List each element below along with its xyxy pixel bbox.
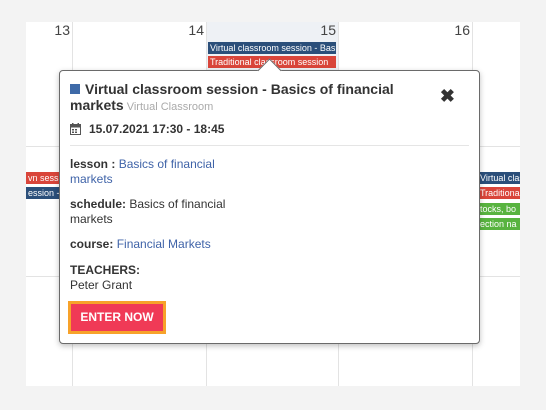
event-popup: Virtual classroom session - Basics of fi… bbox=[59, 58, 480, 344]
calendar-event[interactable]: Virtual class bbox=[478, 172, 520, 184]
event-datetime-text: 15.07.2021 17:30 - 18:45 bbox=[89, 122, 225, 136]
event-title-text: Virtual classroom session - Basics of fi… bbox=[70, 81, 394, 113]
teachers-label: TEACHERS: bbox=[70, 263, 141, 277]
calendar-event[interactable]: Virtual classroom session - Basics bbox=[208, 42, 336, 54]
course-field: course: Financial Markets bbox=[70, 237, 320, 252]
course-link[interactable]: Financial Markets bbox=[117, 237, 211, 251]
course-label: course: bbox=[70, 237, 114, 251]
day-number-16: 16 bbox=[454, 22, 470, 38]
schedule-label: schedule: bbox=[70, 197, 127, 211]
lesson-field: lesson : Basics of financial markets bbox=[70, 157, 230, 187]
enter-now-button[interactable]: ENTER NOW bbox=[68, 301, 166, 334]
calendar-icon bbox=[70, 123, 81, 138]
event-title: Virtual classroom session - Basics of fi… bbox=[70, 81, 420, 115]
calendar-event[interactable]: tocks, bo bbox=[478, 203, 520, 215]
event-datetime: 15.07.2021 17:30 - 18:45 bbox=[70, 122, 224, 138]
calendar-event[interactable]: ection na bbox=[478, 218, 520, 230]
event-color-swatch bbox=[70, 84, 80, 94]
teachers-field: TEACHERS: Peter Grant bbox=[70, 263, 230, 293]
close-icon[interactable]: ✖ bbox=[440, 87, 455, 105]
day-number-13: 13 bbox=[54, 22, 70, 38]
schedule-field: schedule: Basics of financial markets bbox=[70, 197, 230, 227]
lesson-label: lesson : bbox=[70, 157, 116, 171]
day-number-14: 14 bbox=[188, 22, 204, 38]
event-type: Virtual Classroom bbox=[126, 101, 214, 113]
divider bbox=[70, 145, 469, 146]
teacher-name: Peter Grant bbox=[70, 278, 133, 292]
day-number-15: 15 bbox=[320, 22, 336, 38]
calendar-event[interactable]: Traditional bbox=[478, 187, 520, 199]
